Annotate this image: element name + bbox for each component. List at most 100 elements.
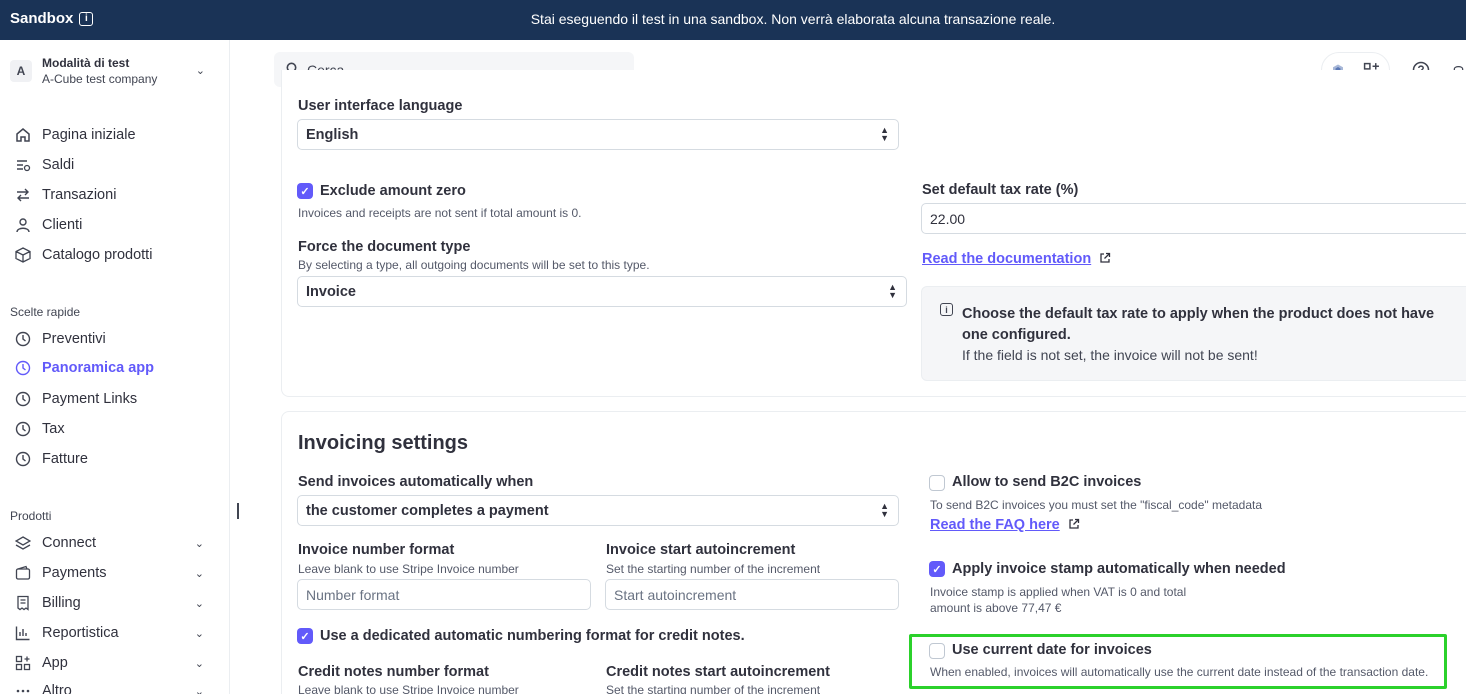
sidebar-item-label: Fatture <box>42 451 88 467</box>
home-icon <box>14 126 32 144</box>
callout-title: Choose the default tax rate to apply whe… <box>962 306 1435 343</box>
sidebar-item-label: Payments <box>42 565 107 581</box>
select-arrows-icon: ▲ ▼ <box>880 501 889 519</box>
b2c-checkbox[interactable] <box>929 475 945 491</box>
ui-language-label: User interface language <box>298 98 463 114</box>
sidebar-item-tax[interactable]: Tax <box>14 418 214 440</box>
sidebar-item-label: Panoramica app <box>42 360 155 376</box>
send-when-value: the customer completes a payment <box>306 502 549 519</box>
sidebar-item-app-overview[interactable]: Panoramica app <box>14 357 214 379</box>
chevron-down-icon: ⌄ <box>194 537 204 550</box>
b2c-label: Allow to send B2C invoices <box>952 474 1142 490</box>
force-doc-hint: By selecting a type, all outgoing docume… <box>298 258 650 272</box>
account-avatar: A <box>10 60 32 82</box>
tax-rate-callout: i Choose the default tax rate to apply w… <box>921 286 1466 381</box>
chevron-down-icon: ⌄ <box>194 657 204 670</box>
credit-format-hint: Leave blank to use Stripe Invoice number <box>298 683 519 694</box>
tax-rate-label: Set default tax rate (%) <box>922 182 1079 198</box>
sidebar-item-payment-links[interactable]: Payment Links <box>14 388 214 410</box>
number-format-hint: Leave blank to use Stripe Invoice number <box>298 562 519 576</box>
exclude-zero-label: Exclude amount zero <box>320 183 466 199</box>
clock-icon <box>14 420 32 438</box>
ui-language-value: English <box>306 126 359 143</box>
sidebar-item-transactions[interactable]: Transazioni <box>14 184 214 206</box>
sidebar-item-label: Catalogo prodotti <box>42 247 153 263</box>
clock-icon <box>14 359 32 377</box>
sidebar-resize-handle[interactable] <box>237 503 239 519</box>
account-switcher[interactable]: A Modalità di test A-Cube test company ⌄ <box>10 55 215 87</box>
read-faq-link[interactable]: Read the FAQ here <box>930 517 1080 533</box>
start-autoincrement-input[interactable] <box>614 586 898 603</box>
credit-notes-checkbox-label: Use a dedicated automatic numbering form… <box>320 628 745 644</box>
bar-chart-icon <box>14 624 32 642</box>
send-when-label: Send invoices automatically when <box>298 474 534 490</box>
sidebar-item-label: Preventivi <box>42 331 106 347</box>
number-format-input[interactable] <box>306 586 590 603</box>
start-autoincrement-field[interactable] <box>605 579 899 610</box>
force-doc-value: Invoice <box>306 283 356 300</box>
receipt-icon <box>14 594 32 612</box>
number-format-field[interactable] <box>297 579 591 610</box>
person-icon <box>14 216 32 234</box>
clock-icon <box>14 450 32 468</box>
number-format-label: Invoice number format <box>298 542 455 558</box>
sandbox-message: Stai eseguendo il test in una sandbox. N… <box>530 11 1056 27</box>
callout-body: If the field is not set, the invoice wil… <box>962 347 1258 363</box>
sidebar-item-balances[interactable]: Saldi <box>14 154 214 176</box>
sidebar-item-home[interactable]: Pagina iniziale <box>14 124 214 146</box>
chevron-down-icon: ⌄ <box>194 597 204 610</box>
sidebar-item-products[interactable]: Catalogo prodotti <box>14 244 214 266</box>
sidebar-item-label: App <box>42 655 68 671</box>
info-icon: i <box>940 303 953 316</box>
credit-start-label: Credit notes start autoincrement <box>606 664 830 680</box>
chevron-down-icon: ⌄ <box>194 685 204 694</box>
ui-language-select[interactable]: English ▲ ▼ <box>297 119 899 150</box>
sidebar-item-label: Payment Links <box>42 391 138 407</box>
select-arrows-icon: ▲ ▼ <box>888 282 897 300</box>
tax-rate-input[interactable] <box>930 210 1466 227</box>
box-icon <box>14 246 32 264</box>
sidebar-item-label: Connect <box>42 535 97 551</box>
stamp-hint-line-1: Invoice stamp is applied when VAT is 0 a… <box>930 585 1187 599</box>
account-company: A-Cube test company <box>42 72 158 86</box>
credit-notes-checkbox[interactable]: ✓ <box>297 628 313 644</box>
stamp-checkbox[interactable]: ✓ <box>929 561 945 577</box>
send-when-select[interactable]: the customer completes a payment ▲ ▼ <box>297 495 899 526</box>
b2c-hint: To send B2C invoices you must set the "f… <box>930 498 1263 512</box>
chevron-down-icon: ⌄ <box>194 627 204 640</box>
external-link-icon <box>1099 252 1111 267</box>
more-icon <box>14 682 32 694</box>
sidebar-item-invoices[interactable]: Fatture <box>14 448 214 470</box>
external-link-icon <box>1068 518 1080 533</box>
account-mode: Modalità di test <box>42 56 130 70</box>
sidebar-item-label: Transazioni <box>42 187 117 203</box>
arrows-icon <box>14 186 32 204</box>
sidebar-item-label: Saldi <box>42 157 75 173</box>
sidebar-item-label: Billing <box>42 595 81 611</box>
sidebar-item-label: Tax <box>42 421 65 437</box>
sidebar-item-customers[interactable]: Clienti <box>14 214 214 236</box>
start-autoincrement-hint: Set the starting number of the increment <box>606 562 821 576</box>
sidebar-item-quotes[interactable]: Preventivi <box>14 328 214 350</box>
clock-icon <box>14 390 32 408</box>
read-documentation-link[interactable]: Read the documentation <box>922 251 1111 267</box>
sidebar-item-app[interactable]: App ⌄ <box>14 652 214 674</box>
exclude-zero-hint: Invoices and receipts are not sent if to… <box>298 206 582 220</box>
read-faq-text: Read the FAQ here <box>930 517 1060 533</box>
sidebar-item-payments[interactable]: Payments ⌄ <box>14 562 214 584</box>
sidebar-item-reporting[interactable]: Reportistica ⌄ <box>14 622 214 644</box>
force-doc-label: Force the document type <box>298 239 471 255</box>
layers-icon <box>14 534 32 552</box>
sidebar-item-more[interactable]: Altro ⌄ <box>14 680 214 694</box>
force-doc-select[interactable]: Invoice ▲ ▼ <box>297 276 907 307</box>
exclude-zero-checkbox[interactable]: ✓ <box>297 183 313 199</box>
read-documentation-text: Read the documentation <box>922 251 1092 267</box>
stamp-hint-line-2: amount is above 77,47 € <box>930 601 1062 615</box>
sidebar-item-label: Altro <box>42 683 72 694</box>
credit-start-hint: Set the starting number of the increment <box>606 683 821 694</box>
start-autoincrement-label: Invoice start autoincrement <box>606 542 796 558</box>
chevron-down-icon: ⌄ <box>195 65 205 77</box>
sidebar-item-connect[interactable]: Connect ⌄ <box>14 532 214 554</box>
tax-rate-field[interactable] <box>921 203 1466 234</box>
sidebar-item-billing[interactable]: Billing ⌄ <box>14 592 214 614</box>
